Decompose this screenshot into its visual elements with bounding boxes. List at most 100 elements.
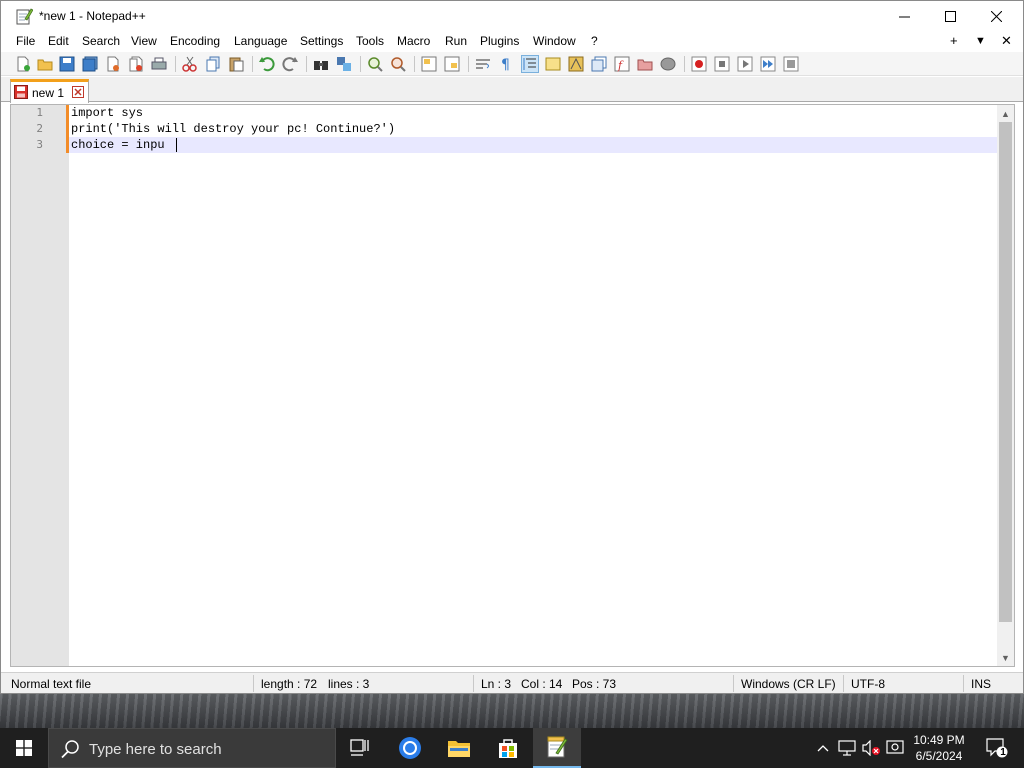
menu-edit[interactable]: Edit <box>48 34 69 48</box>
tab-bar: new 1 <box>1 77 1023 103</box>
status-position: Pos : 73 <box>572 677 617 691</box>
document-map-icon[interactable] <box>568 56 584 72</box>
status-separator <box>473 675 474 692</box>
network-tray-button[interactable] <box>837 738 857 758</box>
cut-icon[interactable] <box>182 56 198 72</box>
code-line[interactable]: import sys <box>71 105 143 121</box>
code-text-area[interactable]: import sys print('This will destroy your… <box>69 105 997 666</box>
show-all-chars-icon[interactable]: ¶ <box>498 56 514 72</box>
menu-view[interactable]: View <box>131 34 157 48</box>
status-separator <box>253 675 254 692</box>
scroll-up-arrow-icon[interactable]: ▲ <box>997 105 1014 122</box>
save-icon[interactable] <box>59 56 75 72</box>
print-icon[interactable] <box>151 56 167 72</box>
close-button[interactable] <box>973 1 1019 32</box>
status-eol-format[interactable]: Windows (CR LF) <box>741 677 836 691</box>
code-line[interactable]: choice = inpu <box>71 137 165 153</box>
document-list-icon[interactable] <box>591 56 607 72</box>
function-list-icon[interactable]: f <box>614 56 630 72</box>
save-all-icon[interactable] <box>82 56 98 72</box>
status-line-number: Ln : 3 <box>481 677 512 691</box>
status-encoding[interactable]: UTF-8 <box>851 677 885 691</box>
menu-settings[interactable]: Settings <box>300 34 343 48</box>
code-line[interactable]: print('This will destroy your pc! Contin… <box>71 121 395 137</box>
sync-horizontal-icon[interactable] <box>444 56 460 72</box>
editor[interactable]: 1 2 3 import sys print('This will destro… <box>10 104 1015 667</box>
new-file-icon[interactable] <box>15 56 31 72</box>
macro-record-icon[interactable] <box>691 56 707 72</box>
status-separator <box>963 675 964 692</box>
paste-icon[interactable] <box>228 56 244 72</box>
line-number: 3 <box>36 138 43 151</box>
find-replace-icon[interactable] <box>336 56 352 72</box>
folder-as-workspace-icon[interactable] <box>637 56 653 72</box>
monitoring-icon[interactable] <box>660 56 676 72</box>
zoom-out-icon[interactable] <box>390 56 406 72</box>
close-document-button[interactable]: ✕ <box>1001 33 1012 49</box>
indent-guide-icon[interactable] <box>521 55 539 73</box>
line-number-gutter[interactable]: 1 2 3 <box>11 105 69 666</box>
macro-play-icon[interactable] <box>737 56 753 72</box>
menu-search[interactable]: Search <box>82 34 120 48</box>
status-insert-mode[interactable]: INS <box>971 677 991 691</box>
svg-text:¶: ¶ <box>501 57 510 72</box>
folder-icon <box>448 741 470 757</box>
title-bar[interactable]: *new 1 - Notepad++ <box>1 1 1023 32</box>
menu-plugins[interactable]: Plugins <box>480 34 519 48</box>
taskbar-microsoft-store[interactable] <box>484 728 532 768</box>
menu-encoding[interactable]: Encoding <box>170 34 220 48</box>
tab-list-dropdown-button[interactable]: ▼ <box>975 35 986 47</box>
sync-vertical-icon[interactable] <box>421 56 437 72</box>
start-button[interactable] <box>0 728 48 768</box>
volume-tray-button[interactable] <box>861 738 881 758</box>
toolbar-separator <box>414 56 415 72</box>
scrollbar-thumb[interactable] <box>999 122 1012 622</box>
copy-icon[interactable] <box>205 56 221 72</box>
maximize-icon <box>944 11 956 22</box>
taskbar-chrome[interactable] <box>386 728 434 768</box>
taskbar-clock[interactable]: 10:49 PM 6/5/2024 <box>908 732 970 764</box>
maximize-button[interactable] <box>927 1 973 32</box>
menu-run[interactable]: Run <box>445 34 467 48</box>
menu-tools[interactable]: Tools <box>356 34 384 48</box>
text-caret <box>176 138 177 152</box>
scroll-down-arrow-icon[interactable]: ▼ <box>997 649 1014 666</box>
open-file-icon[interactable] <box>37 56 53 72</box>
menu-help[interactable]: ? <box>591 34 598 48</box>
tab-close-icon[interactable] <box>72 86 84 98</box>
macro-run-multiple-icon[interactable] <box>760 56 776 72</box>
menu-window[interactable]: Window <box>533 34 576 48</box>
notepadpp-window: *new 1 - Notepad++ File Edit Search View… <box>0 0 1024 694</box>
clock-date: 6/5/2024 <box>915 749 963 763</box>
notification-center-button[interactable]: 1 <box>985 738 1009 758</box>
menu-macro[interactable]: Macro <box>397 34 430 48</box>
taskbar-file-explorer[interactable] <box>435 728 483 768</box>
macro-stop-icon[interactable] <box>714 56 730 72</box>
taskbar-notepadpp[interactable] <box>533 728 581 768</box>
zoom-in-icon[interactable] <box>367 56 383 72</box>
show-hidden-icons-button[interactable] <box>813 738 833 758</box>
task-view-button[interactable] <box>336 728 384 768</box>
vertical-scrollbar[interactable]: ▲ ▼ <box>997 105 1014 666</box>
redo-icon[interactable] <box>282 56 298 72</box>
taskbar-search-box[interactable]: Type here to search <box>48 728 336 768</box>
close-file-icon[interactable] <box>105 56 121 72</box>
toolbar-separator <box>175 56 176 72</box>
macro-save-icon[interactable] <box>783 56 799 72</box>
find-icon[interactable] <box>313 56 329 72</box>
minimize-button[interactable] <box>881 1 927 32</box>
menu-language[interactable]: Language <box>234 34 287 48</box>
tab-new-1[interactable]: new 1 <box>10 79 89 103</box>
undo-icon[interactable] <box>259 56 275 72</box>
word-wrap-icon[interactable] <box>475 56 491 72</box>
display-tray-button[interactable] <box>885 738 905 758</box>
tab-label: new 1 <box>32 86 65 100</box>
toolbar-separator <box>360 56 361 72</box>
status-file-type: Normal text file <box>11 677 92 691</box>
new-tab-plus-button[interactable]: + <box>950 33 958 48</box>
close-all-icon[interactable] <box>128 56 144 72</box>
menu-file[interactable]: File <box>16 34 35 48</box>
search-placeholder: Type here to search <box>89 741 222 758</box>
user-defined-language-icon[interactable] <box>545 56 561 72</box>
unsaved-file-icon <box>14 85 28 99</box>
